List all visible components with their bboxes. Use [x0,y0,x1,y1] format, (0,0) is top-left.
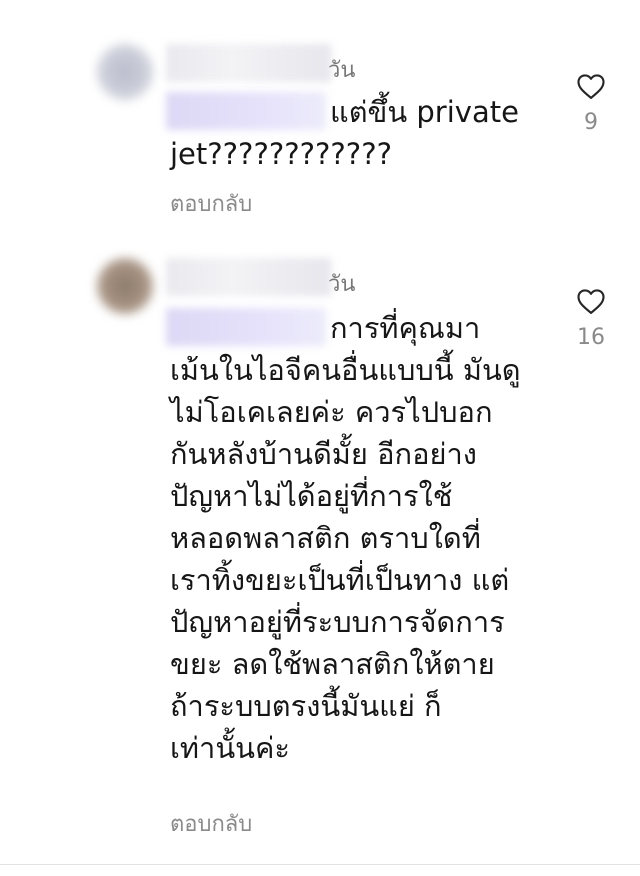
heart-outline-icon [566,287,616,315]
reply-button[interactable]: ตอบกลับ [170,806,252,841]
comment-age: วัน [328,272,356,297]
divider [0,864,640,865]
like-count: 16 [577,325,605,350]
comment-text: การที่คุณมา เม้นในไอจีคนอื่นแบบนี้ มันดู… [170,311,521,765]
like-button[interactable]: 16 [566,287,616,350]
comment-2: วัน การที่คุณมา เม้นในไอจีคนอื่นแบบนี้ ม… [0,0,640,864]
avatar[interactable] [97,258,153,314]
username-redacted[interactable] [166,258,331,296]
